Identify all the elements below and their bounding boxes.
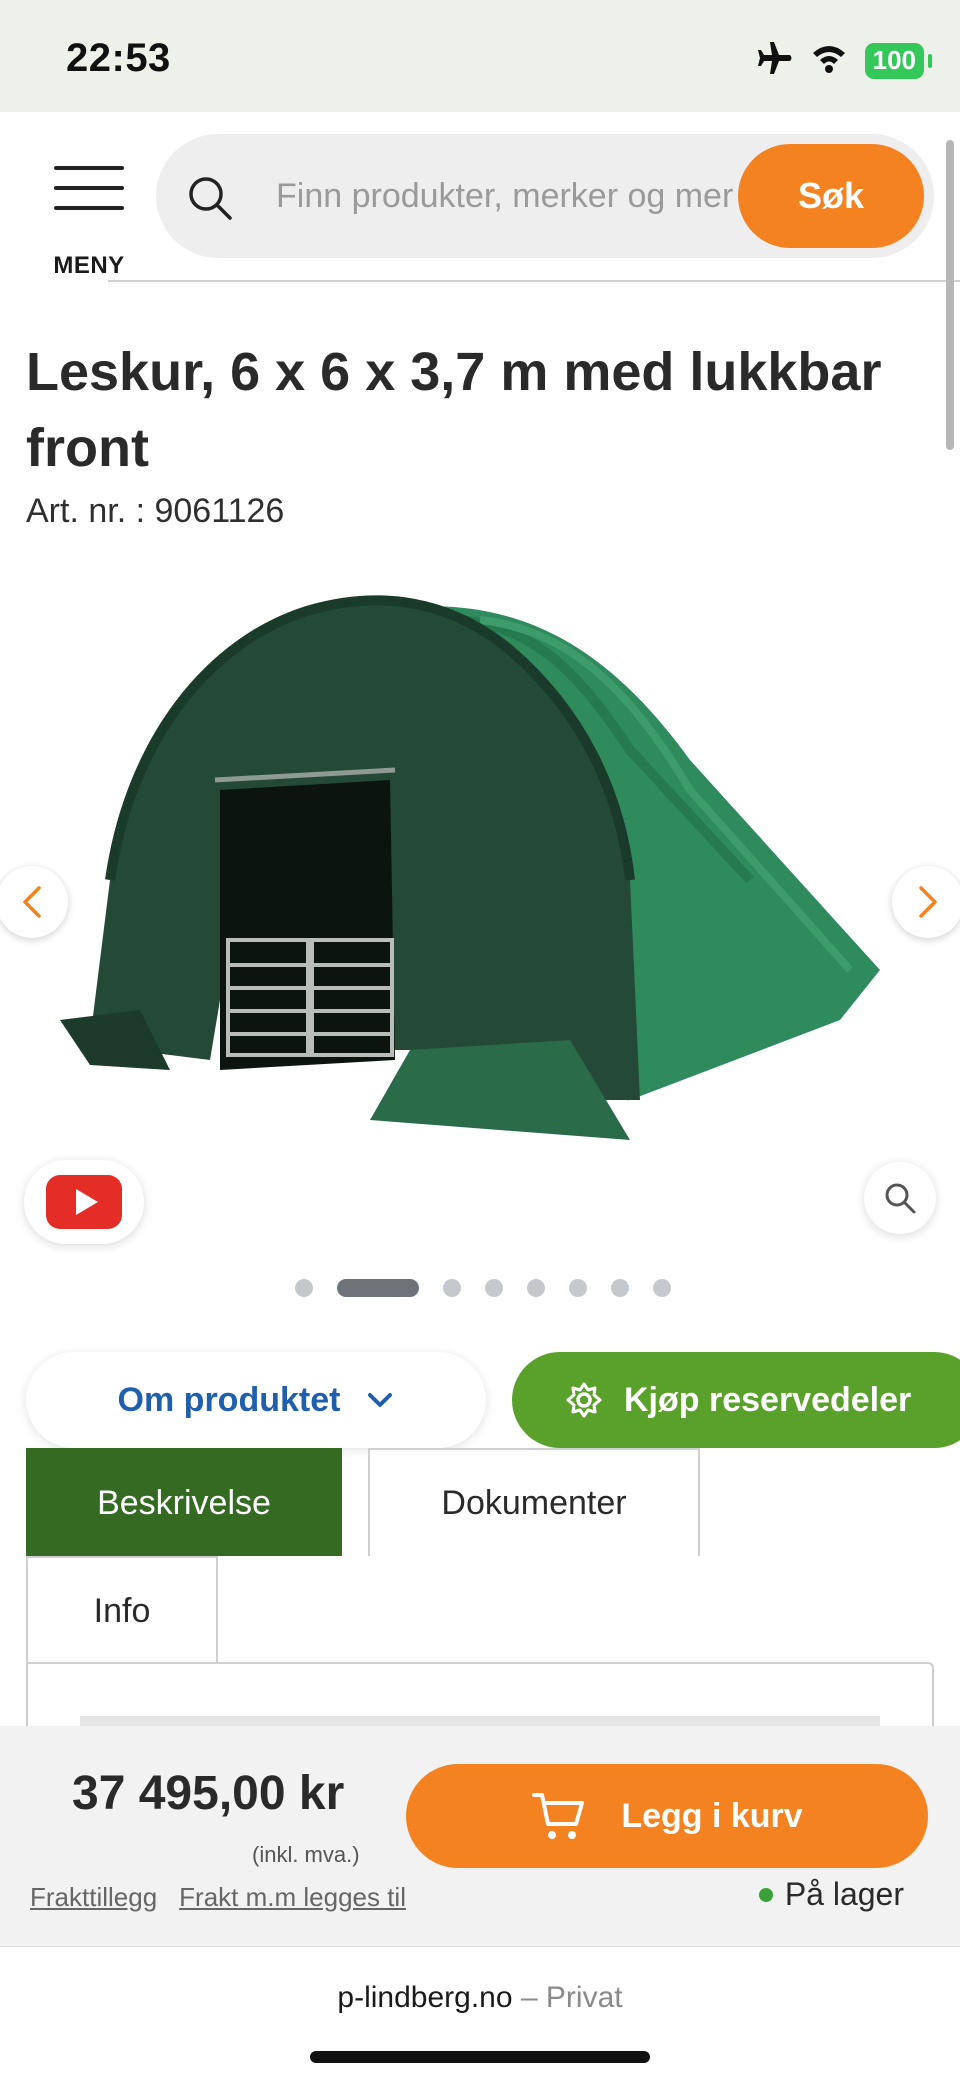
product-image-gallery — [0, 560, 960, 1260]
header-divider — [108, 280, 960, 282]
tab-dokumenter[interactable]: Dokumenter — [368, 1448, 700, 1556]
zoom-icon — [885, 1183, 916, 1214]
buy-spare-parts-label: Kjøp reservedeler — [624, 1380, 912, 1419]
tab-beskrivelse[interactable]: Beskrivelse — [26, 1448, 342, 1556]
gallery-dot[interactable] — [611, 1279, 629, 1297]
status-bar: 22:53 100 — [0, 0, 960, 112]
site-header: MENY Søk — [0, 112, 960, 284]
about-product-dropdown[interactable]: Om produktet — [26, 1352, 486, 1448]
url-display: p-lindberg.no – Privat — [0, 1981, 960, 2015]
page-scrollbar[interactable] — [946, 140, 954, 450]
airplane-mode-icon — [755, 40, 793, 81]
gallery-dot[interactable] — [337, 1279, 419, 1297]
product-image[interactable] — [50, 580, 910, 1140]
article-number: Art. nr. : 9061126 — [26, 492, 285, 530]
stock-status-label: På lager — [784, 1876, 904, 1912]
image-zoom-button[interactable] — [864, 1162, 936, 1234]
gallery-pagination — [0, 1278, 960, 1298]
vat-note: (inkl. mva.) — [252, 1842, 360, 1867]
tab-info[interactable]: Info — [26, 1556, 218, 1664]
search-icon — [186, 174, 234, 227]
chevron-right-icon — [919, 886, 937, 918]
gallery-dot[interactable] — [569, 1279, 587, 1297]
gallery-dot[interactable] — [653, 1279, 671, 1297]
gallery-dot[interactable] — [443, 1279, 461, 1297]
url-domain: p-lindberg.no — [337, 1981, 513, 2014]
freight-links: Frakttillegg Frakt m.m legges til — [30, 1882, 406, 1913]
shopping-cart-icon — [532, 1793, 585, 1839]
add-to-cart-button[interactable]: Legg i kurv — [406, 1764, 928, 1868]
search-bar: Søk — [156, 134, 934, 258]
buy-spare-parts-button[interactable]: Kjøp reservedeler — [512, 1352, 960, 1448]
freight-added-link[interactable]: Frakt m.m legges til — [179, 1882, 406, 1913]
about-product-label: Om produktet — [117, 1380, 341, 1419]
gallery-next-button[interactable] — [892, 866, 960, 938]
gear-icon — [566, 1382, 602, 1418]
status-time: 22:53 — [66, 36, 171, 80]
gallery-dot[interactable] — [295, 1279, 313, 1297]
browser-address-bar[interactable]: p-lindberg.no – Privat — [0, 1946, 960, 2079]
search-input[interactable] — [276, 156, 746, 236]
chevron-down-icon — [368, 1393, 393, 1407]
sticky-buy-bar: 37 495,00 kr (inkl. mva.) Frakttillegg F… — [0, 1726, 960, 1946]
gallery-dot[interactable] — [485, 1279, 503, 1297]
menu-label: MENY — [53, 252, 125, 279]
url-separator: – — [520, 1981, 538, 2014]
browsing-mode-label: Privat — [545, 1981, 623, 2014]
gallery-dot[interactable] — [527, 1279, 545, 1297]
stock-status: På lager — [758, 1876, 904, 1913]
youtube-play-icon — [46, 1175, 122, 1229]
product-title: Leskur, 6 x 6 x 3,7 m med lukkbar front — [26, 342, 882, 478]
menu-button[interactable]: MENY — [50, 156, 128, 279]
search-button[interactable]: Søk — [738, 144, 924, 248]
in-stock-indicator — [758, 1887, 773, 1902]
battery-indicator: 100 — [864, 42, 933, 79]
chevron-left-icon — [23, 886, 41, 918]
add-to-cart-label: Legg i kurv — [621, 1796, 803, 1835]
youtube-video-button[interactable] — [24, 1160, 144, 1244]
freight-surcharge-link[interactable]: Frakttillegg — [30, 1882, 157, 1913]
product-price: 37 495,00 kr — [72, 1767, 345, 1820]
status-icons: 100 — [755, 40, 933, 81]
wifi-icon — [811, 43, 847, 78]
home-indicator[interactable] — [310, 2051, 650, 2063]
